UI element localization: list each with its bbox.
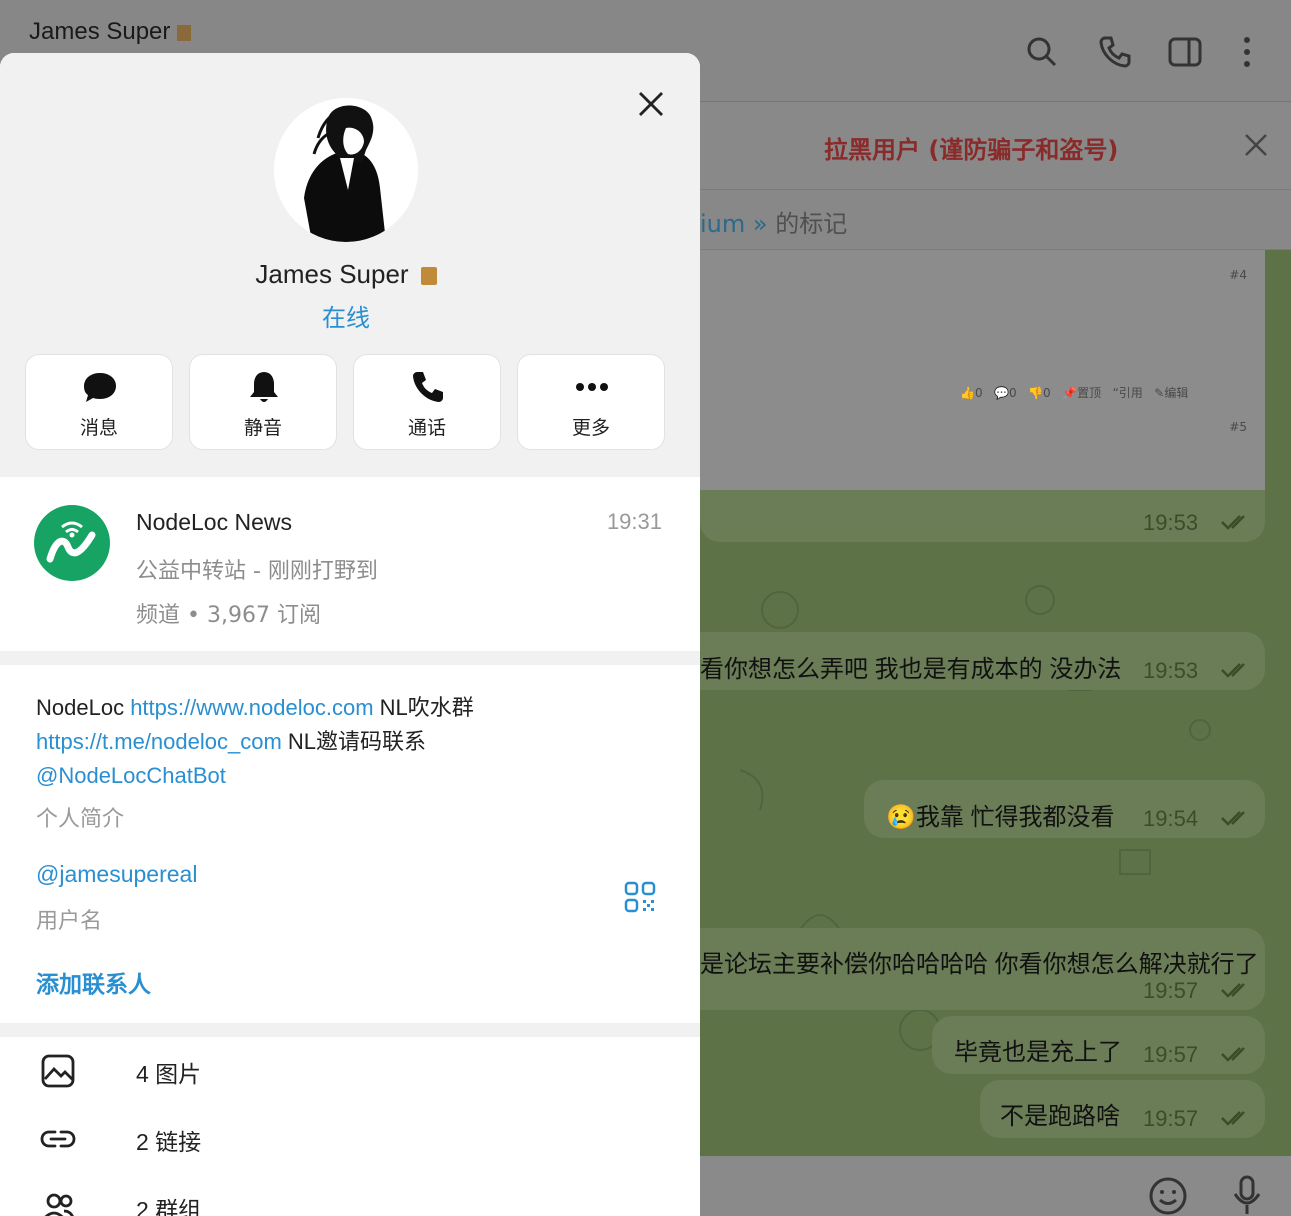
edit-icon[interactable]: ✎ [1154,386,1164,400]
bell-icon [250,372,278,402]
tag-bar: ium » 的标记 [700,190,1291,250]
nodeloc-logo-icon [46,521,96,563]
microphone-icon[interactable] [1230,1174,1264,1216]
search-icon[interactable] [1024,34,1060,70]
message-bubble[interactable]: 不是跑路啥 19:57 [980,1080,1265,1138]
pinned-message-text: 拉黑用户 (谨防骗子和盗号) [824,136,1119,164]
emoji-badge-icon [420,267,437,286]
image-icon [41,1054,75,1088]
message-button-label: 消息 [79,417,118,439]
emoji-badge-icon [177,24,192,41]
double-check-icon [1221,1047,1245,1062]
double-check-icon [1221,515,1245,530]
message-time: 19:53 [1143,658,1199,683]
message-time: 19:57 [1143,1106,1199,1131]
message-time: 19:57 [1143,978,1199,1003]
message-text: 看你想怎么弄吧 我也是有成本的 没办法 [700,656,1122,683]
close-icon[interactable] [1243,132,1269,158]
media-row-label: 4 图片 [136,1061,202,1087]
mute-button-label: 静音 [243,417,282,439]
double-check-icon [1221,663,1245,678]
double-check-icon [1221,983,1245,998]
message-bubble[interactable]: 是论坛主要补偿你哈哈哈哈 你看你想怎么解决就行了 19:57 [700,928,1265,1010]
message-time: 19:54 [1143,806,1199,831]
message-text: 毕竟也是充上了 [954,1039,1122,1066]
thumbs-up-icon[interactable]: 👍 [960,386,975,400]
bio-link[interactable]: @NodeLocChatBot [36,763,226,788]
more-button[interactable]: 更多 [517,354,665,450]
thumbs-down-icon[interactable]: 👎 [1028,386,1043,400]
bio-text: NodeLoc https://www.nodeloc.com NL吹水群 htt… [36,695,474,788]
message-text: 😢我靠 忙得我都没看 [886,804,1115,831]
message-composer[interactable] [700,1156,1291,1216]
sidebar-toggle-icon[interactable] [1167,34,1203,70]
channel-last-message: 公益中转站 - 刚刚打野到 [136,559,378,584]
avatar[interactable] [274,98,418,242]
call-button[interactable]: 通话 [353,354,501,450]
phone-icon[interactable] [1097,34,1133,70]
message-bubble[interactable]: 19:53 [700,490,1265,542]
message-button[interactable]: 消息 [25,354,173,450]
online-status: 在线 [322,304,370,332]
add-contact-button[interactable]: 添加联系人 [36,965,151,999]
media-row-links[interactable]: 2 链接 [0,1109,700,1169]
section-divider [0,651,700,665]
link-icon [40,1130,76,1148]
tag-link[interactable]: ium » [700,210,768,238]
avatar-image [274,98,418,242]
message-time: 19:57 [1143,1042,1199,1067]
double-check-icon [1221,811,1245,826]
tag-text: ium » 的标记 [700,210,848,238]
message-time: 19:53 [1143,510,1199,535]
message-bubble[interactable]: 😢我靠 忙得我都没看 19:54 [864,780,1265,838]
profile-info-section: NodeLoc https://www.nodeloc.com NL吹水群 htt… [0,665,700,1023]
bio-link[interactable]: https://www.nodeloc.com [130,695,373,720]
bio-label: 个人简介 [36,807,125,832]
forum-post-card: #4 👍0 💬0 👎0 📌置顶 “引用 ✎编辑 #5 [700,250,1265,490]
message-bubble[interactable]: 看你想怎么弄吧 我也是有成本的 没办法 19:53 [700,632,1265,690]
section-divider [0,1023,700,1037]
call-button-label: 通话 [407,417,446,439]
pinned-message-bar[interactable]: 拉黑用户 (谨防骗子和盗号) [700,102,1291,190]
group-icon [44,1193,74,1216]
media-row-images[interactable]: 4 图片 [0,1041,700,1101]
message-bubble[interactable]: 毕竟也是充上了 19:57 [932,1016,1265,1074]
message-text: 是论坛主要补偿你哈哈哈哈 你看你想怎么解决就行了 [700,951,1259,978]
bio-link[interactable]: https://t.me/nodeloc_com [36,729,282,754]
profile-panel: James Super 在线 消息 静音 通话 更多 NodeLoc News … [0,53,700,1216]
post-number: #4 [1229,268,1247,282]
qr-code-icon[interactable] [624,881,656,913]
chat-title[interactable]: James Super [29,18,192,46]
linked-channel[interactable]: NodeLoc News 19:31 公益中转站 - 刚刚打野到 频道 • 3,… [0,477,700,651]
post-number: #5 [1229,420,1247,434]
forum-action-bar: 👍0 💬0 👎0 📌置顶 “引用 ✎编辑 [960,386,1189,400]
double-check-icon [1221,1111,1245,1126]
channel-meta: 频道 • 3,967 订阅 [136,603,321,628]
comment-icon[interactable]: 💬 [994,386,1009,400]
profile-header: James Super 在线 消息 静音 通话 更多 [0,53,700,477]
more-horizontal-icon [576,383,608,391]
more-button-label: 更多 [571,417,610,439]
more-vertical-icon[interactable] [1229,34,1265,70]
username-value[interactable]: @jamesupereal [36,861,197,888]
channel-logo [34,505,110,581]
profile-name: James Super [255,259,409,289]
channel-name: NodeLoc News [136,509,292,535]
phone-icon [413,372,443,402]
emoji-icon[interactable] [1148,1176,1188,1216]
shared-media-section: 4 图片 2 链接 2 群组 [0,1037,700,1216]
close-icon[interactable] [636,89,666,119]
media-row-label: 2 群组 [136,1197,202,1216]
username-label: 用户名 [36,909,103,934]
channel-time: 19:31 [606,509,662,534]
media-row-label: 2 链接 [136,1129,202,1155]
mute-button[interactable]: 静音 [189,354,337,450]
media-row-groups[interactable]: 2 群组 [0,1177,700,1216]
message-bubble-icon [84,373,116,402]
message-text: 不是跑路啥 [1000,1103,1120,1130]
pin-icon[interactable]: 📌 [1062,386,1077,400]
profile-name-row: James Super [0,259,692,290]
